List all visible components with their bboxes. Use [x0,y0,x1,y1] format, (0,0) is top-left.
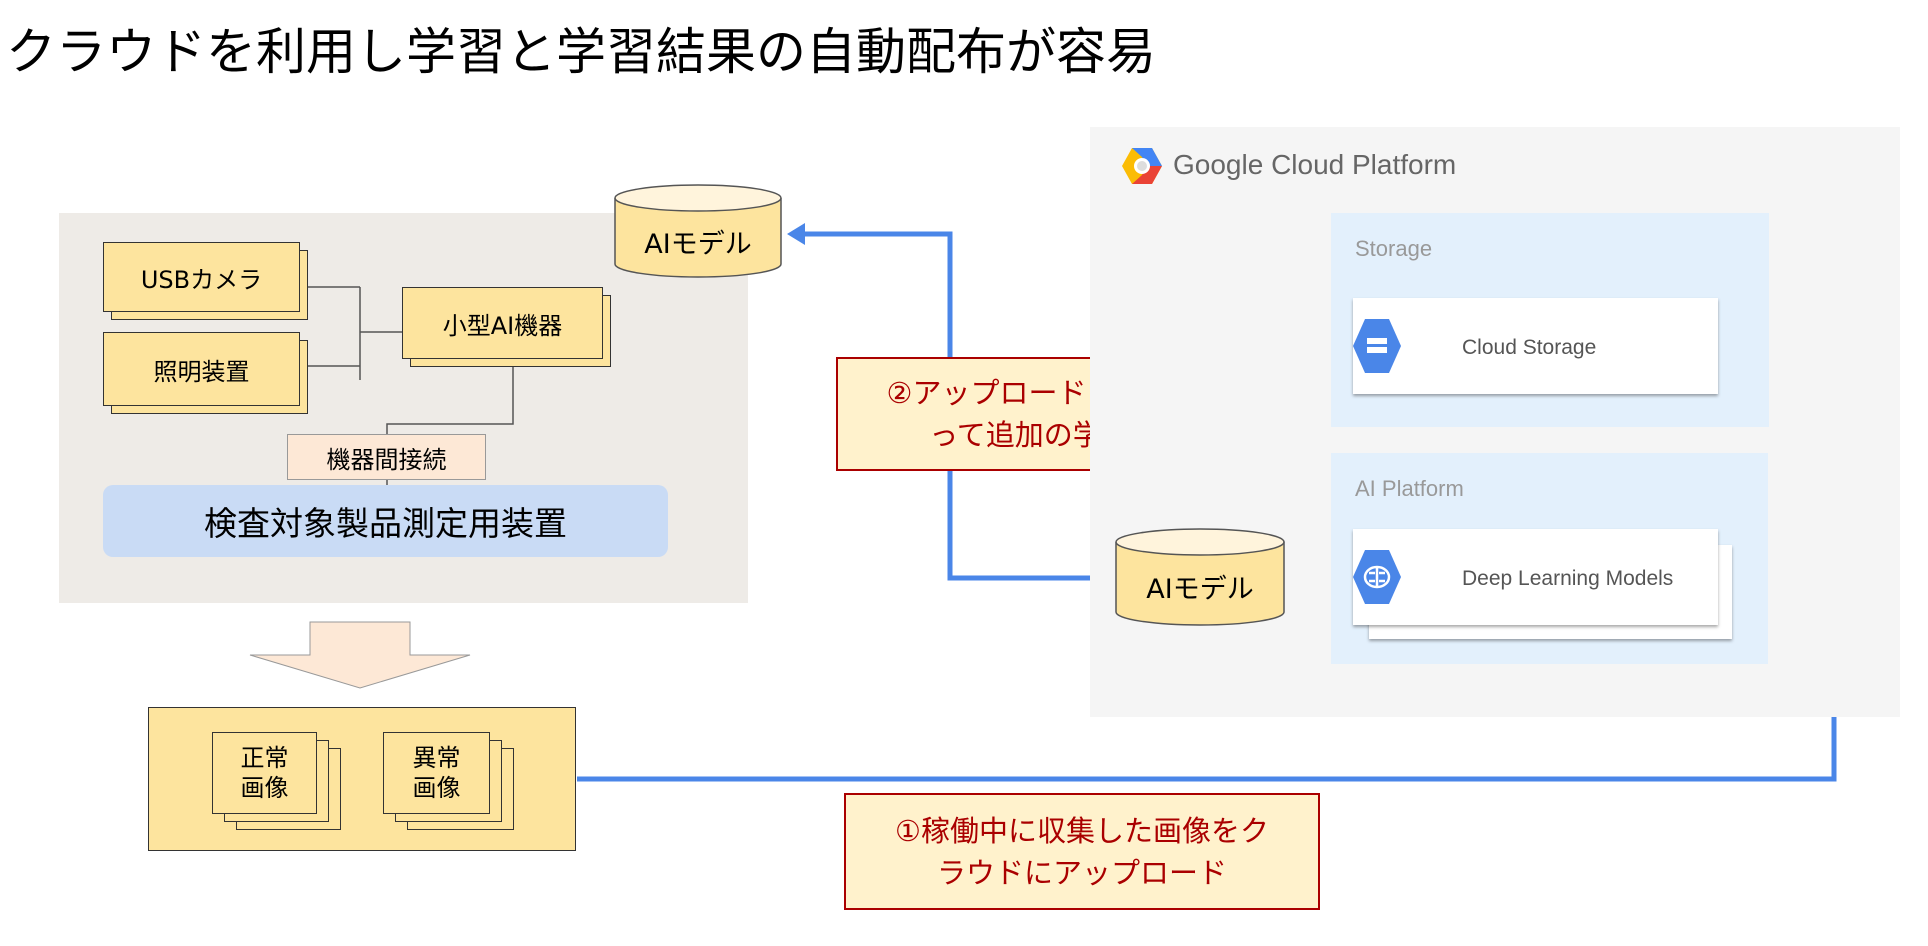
cloud-storage-icon [1331,318,1405,374]
gcp-logo-icon [1121,147,1163,185]
dl-models-label: Deep Learning Models [1462,567,1674,590]
callout-line: ラウドにアップロード [936,855,1227,890]
storage-zone-label: Storage [1355,236,1433,261]
callout-upload: ①稼働中に収集した画像をク ラウドにアップロード [844,793,1320,910]
abnormal-label-line: 画像 [412,774,461,802]
ai-model-cloud-label: AIモデル [1146,574,1254,605]
brain-icon [1331,549,1405,605]
ai-platform-zone-label: AI Platform [1355,476,1464,501]
normal-images-card: 正常 画像 [212,732,317,814]
abnormal-images-card: 異常 画像 [383,732,490,814]
normal-label-line: 画像 [240,774,289,802]
gcp-brand: Google Cloud Platform [1173,149,1457,180]
abnormal-label-line: 異常 [412,744,461,772]
lighting-box: 照明装置 [103,332,300,406]
connector-line [386,365,514,434]
down-arrow [249,621,471,689]
connector-line [300,286,402,380]
connection-label: 機器間接続 [287,434,486,480]
callout-line: ①稼働中に収集した画像をク [895,813,1269,848]
inspection-device-bar: 検査対象製品測定用装置 [103,485,668,557]
arrow-head [787,223,805,245]
normal-label-line: 正常 [240,744,289,772]
usb-camera-box: USBカメラ [103,242,300,312]
small-ai-device-box: 小型AI機器 [402,287,603,359]
ai-model-top-label: AIモデル [644,229,752,260]
cloud-storage-label: Cloud Storage [1462,336,1597,359]
